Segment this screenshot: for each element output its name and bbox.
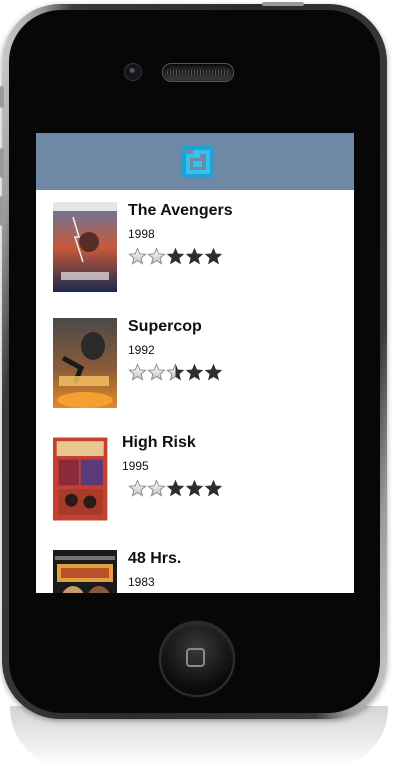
- movie-year: 1992: [128, 343, 155, 357]
- movie-poster: [53, 550, 117, 593]
- home-button[interactable]: [159, 621, 235, 697]
- star-filled-icon: [166, 247, 185, 265]
- volume-down-button: [0, 196, 4, 226]
- star-outline-icon: [147, 247, 166, 265]
- star-outline-icon: [128, 479, 147, 497]
- front-camera: [124, 63, 142, 81]
- movie-year: 1998: [128, 227, 155, 241]
- star-filled-icon: [204, 479, 223, 497]
- star-half-icon: [166, 363, 185, 381]
- movie-item-the-avengers[interactable]: The Avengers 1998: [36, 190, 354, 292]
- volume-up-button: [0, 148, 4, 178]
- app-header: [36, 133, 354, 190]
- app-logo-icon[interactable]: [180, 144, 216, 180]
- movie-poster: [53, 437, 108, 521]
- star-filled-icon: [185, 479, 204, 497]
- rating-stars: [128, 479, 223, 499]
- star-outline-icon: [147, 363, 166, 381]
- phone-screen: The Avengers 1998 Supercop 1992 High Ris…: [36, 133, 354, 593]
- mute-switch: [0, 86, 4, 108]
- movie-title: High Risk: [122, 434, 196, 451]
- star-filled-icon: [185, 247, 204, 265]
- movie-year: 1995: [122, 459, 149, 473]
- movie-poster: [53, 202, 117, 292]
- earpiece-speaker: [162, 63, 234, 82]
- rating-stars: [128, 363, 223, 383]
- movie-item-48-hrs[interactable]: 48 Hrs. 1983: [36, 538, 354, 593]
- star-filled-icon: [166, 479, 185, 497]
- movie-item-high-risk[interactable]: High Risk 1995: [36, 422, 354, 522]
- movie-poster: [53, 318, 117, 408]
- rating-stars: [128, 247, 223, 267]
- movie-title: The Avengers: [128, 202, 233, 219]
- star-filled-icon: [204, 247, 223, 265]
- movie-title: Supercop: [128, 318, 202, 335]
- star-outline-icon: [147, 479, 166, 497]
- star-filled-icon: [185, 363, 204, 381]
- movie-title: 48 Hrs.: [128, 550, 182, 567]
- movie-year: 1983: [128, 575, 155, 589]
- star-filled-icon: [204, 363, 223, 381]
- home-button-icon: [186, 648, 205, 667]
- star-outline-icon: [128, 247, 147, 265]
- power-button: [262, 2, 304, 6]
- movie-item-supercop[interactable]: Supercop 1992: [36, 306, 354, 408]
- star-outline-icon: [128, 363, 147, 381]
